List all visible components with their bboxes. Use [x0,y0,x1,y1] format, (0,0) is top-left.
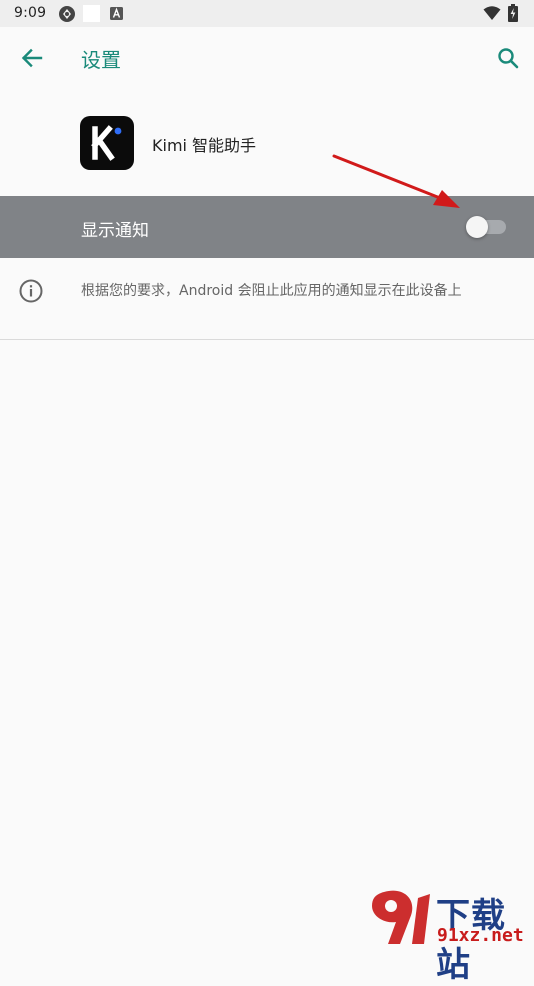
annotation-arrow-icon [332,154,460,208]
battery-charging-icon [508,4,518,22]
back-arrow-icon [21,48,43,68]
back-button[interactable] [10,36,54,80]
info-text: 根据您的要求，Android 会阻止此应用的通知显示在此设备上 [81,283,462,299]
search-button[interactable] [486,36,530,80]
info-row: 根据您的要求，Android 会阻止此应用的通知显示在此设备上 [0,258,534,340]
page-title: 设置 [81,48,121,72]
app-bar: 设置 [0,27,534,89]
status-time: 9:09 [14,5,47,21]
sync-icon [59,6,75,22]
show-notifications-toggle[interactable] [466,216,506,238]
wifi-icon [483,6,501,20]
show-notifications-label: 显示通知 [81,221,149,241]
toggle-thumb [466,216,488,238]
white-square-icon [83,5,100,22]
status-bar: 9:09 [0,0,534,27]
accessibility-a-icon [110,7,123,20]
search-icon [498,48,519,69]
watermark-domain: 91xz.net [437,925,524,946]
kimi-app-icon [80,116,134,170]
info-icon [19,279,43,303]
app-name: Kimi 智能助手 [152,136,257,155]
